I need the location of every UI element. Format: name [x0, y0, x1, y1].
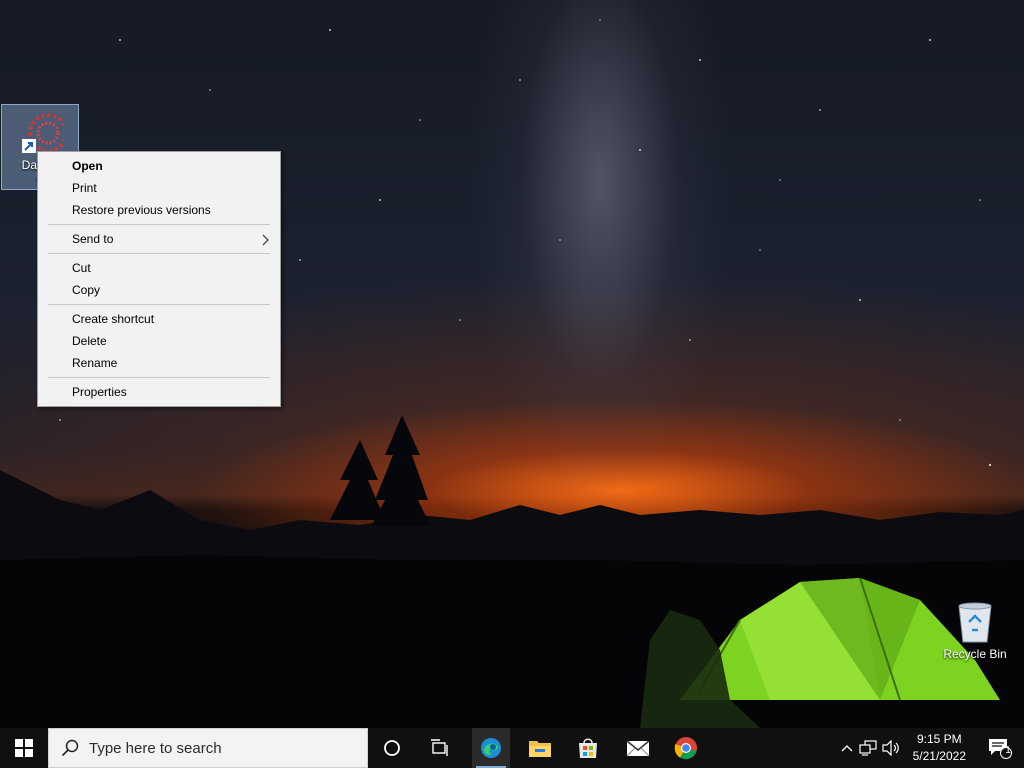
start-button[interactable] — [0, 728, 48, 768]
network-icon[interactable] — [856, 740, 880, 756]
taskbar-app-edge[interactable] — [472, 728, 510, 768]
menu-item-restore-previous-versions[interactable]: Restore previous versions — [38, 199, 280, 221]
menu-item-rename[interactable]: Rename — [38, 352, 280, 374]
menu-item-open[interactable]: Open — [38, 155, 280, 177]
system-tray — [838, 728, 902, 768]
microsoft-store-icon — [579, 738, 597, 758]
taskbar-app-mail[interactable] — [618, 728, 658, 768]
taskbar: Type here to search 9:15 PM 5/21/2022 1 — [0, 728, 1024, 768]
menu-separator — [48, 253, 270, 254]
edge-browser-icon — [481, 738, 501, 758]
taskbar-app-file-explorer[interactable] — [520, 728, 560, 768]
clock-time: 9:15 PM — [916, 732, 962, 746]
menu-item-properties[interactable]: Properties — [38, 381, 280, 403]
menu-item-copy[interactable]: Copy — [38, 279, 280, 301]
menu-item-delete[interactable]: Delete — [38, 330, 280, 352]
context-menu: Open Print Restore previous versions Sen… — [37, 151, 281, 407]
desktop-icon-recycle-bin[interactable]: Recycle Bin — [937, 600, 1013, 670]
volume-speaker-icon[interactable] — [880, 740, 902, 756]
show-hidden-icons-chevron-up-icon[interactable] — [838, 744, 856, 752]
search-icon — [61, 739, 79, 757]
menu-separator — [48, 224, 270, 225]
menu-separator — [48, 304, 270, 305]
cortana-circle-icon — [384, 740, 400, 756]
menu-separator — [48, 377, 270, 378]
taskbar-search-box[interactable]: Type here to search — [48, 728, 368, 768]
pine-trees — [330, 415, 430, 525]
cortana-button[interactable] — [372, 728, 412, 768]
action-center-button[interactable]: 1 — [976, 728, 1024, 768]
recycle-bin-icon — [958, 602, 992, 643]
menu-item-create-shortcut[interactable]: Create shortcut — [38, 308, 280, 330]
notification-count-badge: 1 — [1005, 745, 1011, 756]
menu-item-send-to[interactable]: Send to — [38, 228, 280, 250]
taskbar-app-store[interactable] — [568, 728, 608, 768]
mail-envelope-icon — [626, 740, 650, 757]
windows-logo-icon — [15, 739, 33, 757]
chrome-browser-icon — [674, 737, 697, 760]
taskbar-clock[interactable]: 9:15 PM 5/21/2022 — [913, 731, 966, 765]
file-explorer-folder-icon — [529, 741, 551, 757]
task-view-icon — [431, 739, 448, 756]
recycle-bin-label: Recycle Bin — [943, 647, 1007, 661]
search-placeholder: Type here to search — [89, 739, 222, 757]
menu-item-print[interactable]: Print — [38, 177, 280, 199]
task-view-button[interactable] — [420, 728, 460, 768]
taskbar-app-chrome[interactable] — [666, 728, 706, 768]
datawrapper-app-icon — [22, 113, 68, 153]
menu-item-send-to-label: Send to — [72, 232, 114, 246]
menu-item-cut[interactable]: Cut — [38, 257, 280, 279]
clock-date: 5/21/2022 — [912, 749, 966, 763]
submenu-arrow-icon — [262, 228, 270, 250]
